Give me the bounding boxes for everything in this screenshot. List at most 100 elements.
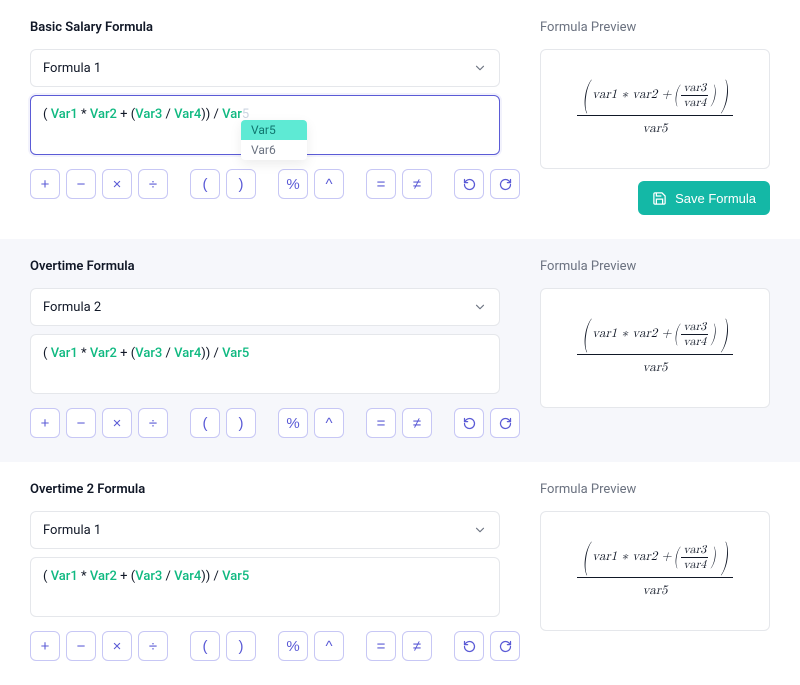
section-title: Overtime 2 Formula (30, 482, 500, 497)
equals-icon: = (377, 415, 386, 432)
op-multiply-button[interactable]: × (102, 408, 132, 438)
dropdown-value: Formula 2 (43, 300, 101, 315)
formula-token: / (162, 346, 174, 361)
formula-editor[interactable]: ( Var1 * Var2 + (Var3 / Var4)) / Var5 (30, 557, 500, 617)
save-formula-button[interactable]: Save Formula (638, 181, 770, 215)
op-lparen-button[interactable]: ( (190, 631, 220, 661)
formula-dropdown[interactable]: Formula 1 (30, 49, 500, 87)
op-rparen-button[interactable]: ) (226, 408, 256, 438)
undo-icon (462, 639, 477, 654)
op-plus-button[interactable]: + (30, 631, 60, 661)
minus-icon: − (77, 415, 86, 432)
op-rparen-button[interactable]: ) (226, 631, 256, 661)
formula-token: Var3 (135, 346, 162, 361)
op-minus-button[interactable]: − (66, 408, 96, 438)
autocomplete-popup: Var5Var6 (241, 120, 307, 160)
chevron-down-icon (473, 61, 487, 75)
op-neq-button[interactable]: ≠ (402, 631, 432, 661)
plus-icon: + (41, 176, 50, 193)
formula-token: + (117, 569, 131, 584)
formula-dropdown[interactable]: Formula 2 (30, 288, 500, 326)
formula-text: ( Var1 * Var2 + (Var3 / Var4)) / Var5 (43, 568, 487, 586)
op-minus-button[interactable]: − (66, 169, 96, 199)
formula-editor[interactable]: ( Var1 * Var2 + (Var3 / Var4)) / Var5 (30, 334, 500, 394)
op-undo-button[interactable] (454, 408, 484, 438)
formula-token: Var3 (135, 569, 162, 584)
autocomplete-option[interactable]: Var5 (241, 120, 307, 140)
caret-icon: ^ (325, 415, 332, 432)
equals-icon: = (377, 176, 386, 193)
formula-section-overtime2: Overtime 2 Formula Formula 1 ( Var1 * Var2… (0, 462, 800, 685)
dropdown-value: Formula 1 (43, 523, 101, 538)
op-power-button[interactable]: ^ (314, 631, 344, 661)
formula-math: (var1 ∗ var2 + (var3var4))var5 (577, 81, 733, 138)
formula-token: Var5 (222, 569, 249, 584)
formula-token: ) (206, 346, 214, 361)
multiply-icon: × (113, 638, 122, 655)
op-plus-button[interactable]: + (30, 408, 60, 438)
op-equals-button[interactable]: = (366, 408, 396, 438)
formula-token: Var4 (174, 346, 201, 361)
formula-editor[interactable]: ( Var1 * Var2 + (Var3 / Var4)) / Var5Var… (30, 95, 500, 155)
op-neq-button[interactable]: ≠ (402, 169, 432, 199)
op-lparen-button[interactable]: ( (190, 169, 220, 199)
op-percent-button[interactable]: % (278, 631, 308, 661)
save-icon (652, 191, 667, 206)
divide-icon: ÷ (149, 176, 157, 193)
formula-dropdown[interactable]: Formula 1 (30, 511, 500, 549)
formula-math: (var1 ∗ var2 + (var3var4))var5 (577, 320, 733, 377)
op-undo-button[interactable] (454, 169, 484, 199)
section-title: Basic Salary Formula (30, 20, 500, 35)
chevron-down-icon (473, 523, 487, 537)
not-equal-icon: ≠ (413, 638, 421, 655)
op-plus-button[interactable]: + (30, 169, 60, 199)
formula-section-basic: Basic Salary Formula Formula 1 ( Var1 * Va… (0, 0, 800, 239)
op-percent-button[interactable]: % (278, 169, 308, 199)
op-neq-button[interactable]: ≠ (402, 408, 432, 438)
formula-token: * (78, 346, 90, 361)
op-percent-button[interactable]: % (278, 408, 308, 438)
redo-icon (498, 416, 513, 431)
autocomplete-option[interactable]: Var6 (241, 140, 307, 160)
formula-token: / (214, 569, 223, 584)
op-undo-button[interactable] (454, 631, 484, 661)
formula-token: / (214, 346, 223, 361)
formula-text: ( Var1 * Var2 + (Var3 / Var4)) / Var5 (43, 345, 487, 363)
operator-toolbar: +−× ÷ ()%^ = ≠ (30, 169, 500, 199)
rparen-icon: ) (239, 176, 244, 193)
formula-token: * (78, 569, 90, 584)
op-minus-button[interactable]: − (66, 631, 96, 661)
formula-token: Var3 (135, 107, 162, 122)
op-equals-button[interactable]: = (366, 169, 396, 199)
op-redo-button[interactable] (490, 169, 520, 199)
equals-icon: = (377, 638, 386, 655)
rparen-icon: ) (239, 638, 244, 655)
operator-toolbar: +− × ÷ ()% ^ = ≠ (30, 408, 500, 438)
op-redo-button[interactable] (490, 631, 520, 661)
multiply-icon: × (113, 176, 122, 193)
caret-icon: ^ (325, 638, 332, 655)
op-power-button[interactable]: ^ (314, 408, 344, 438)
divide-icon: ÷ (149, 638, 157, 655)
op-lparen-button[interactable]: ( (190, 408, 220, 438)
op-multiply-button[interactable]: × (102, 631, 132, 661)
not-equal-icon: ≠ (413, 415, 421, 432)
op-rparen-button[interactable]: ) (226, 169, 256, 199)
formula-token: Var5 (222, 346, 249, 361)
op-redo-button[interactable] (490, 408, 520, 438)
rparen-icon: ) (239, 415, 244, 432)
lparen-icon: ( (203, 638, 208, 655)
not-equal-icon: ≠ (413, 176, 421, 193)
minus-icon: − (77, 638, 86, 655)
multiply-icon: × (113, 415, 122, 432)
formula-token: / (162, 569, 174, 584)
divide-icon: ÷ (149, 415, 157, 432)
formula-token: + (117, 107, 131, 122)
op-power-button[interactable]: ^ (314, 169, 344, 199)
op-divide-button[interactable]: ÷ (138, 631, 168, 661)
op-divide-button[interactable]: ÷ (138, 169, 168, 199)
formula-token: ( (43, 346, 51, 361)
op-multiply-button[interactable]: × (102, 169, 132, 199)
op-equals-button[interactable]: = (366, 631, 396, 661)
op-divide-button[interactable]: ÷ (138, 408, 168, 438)
